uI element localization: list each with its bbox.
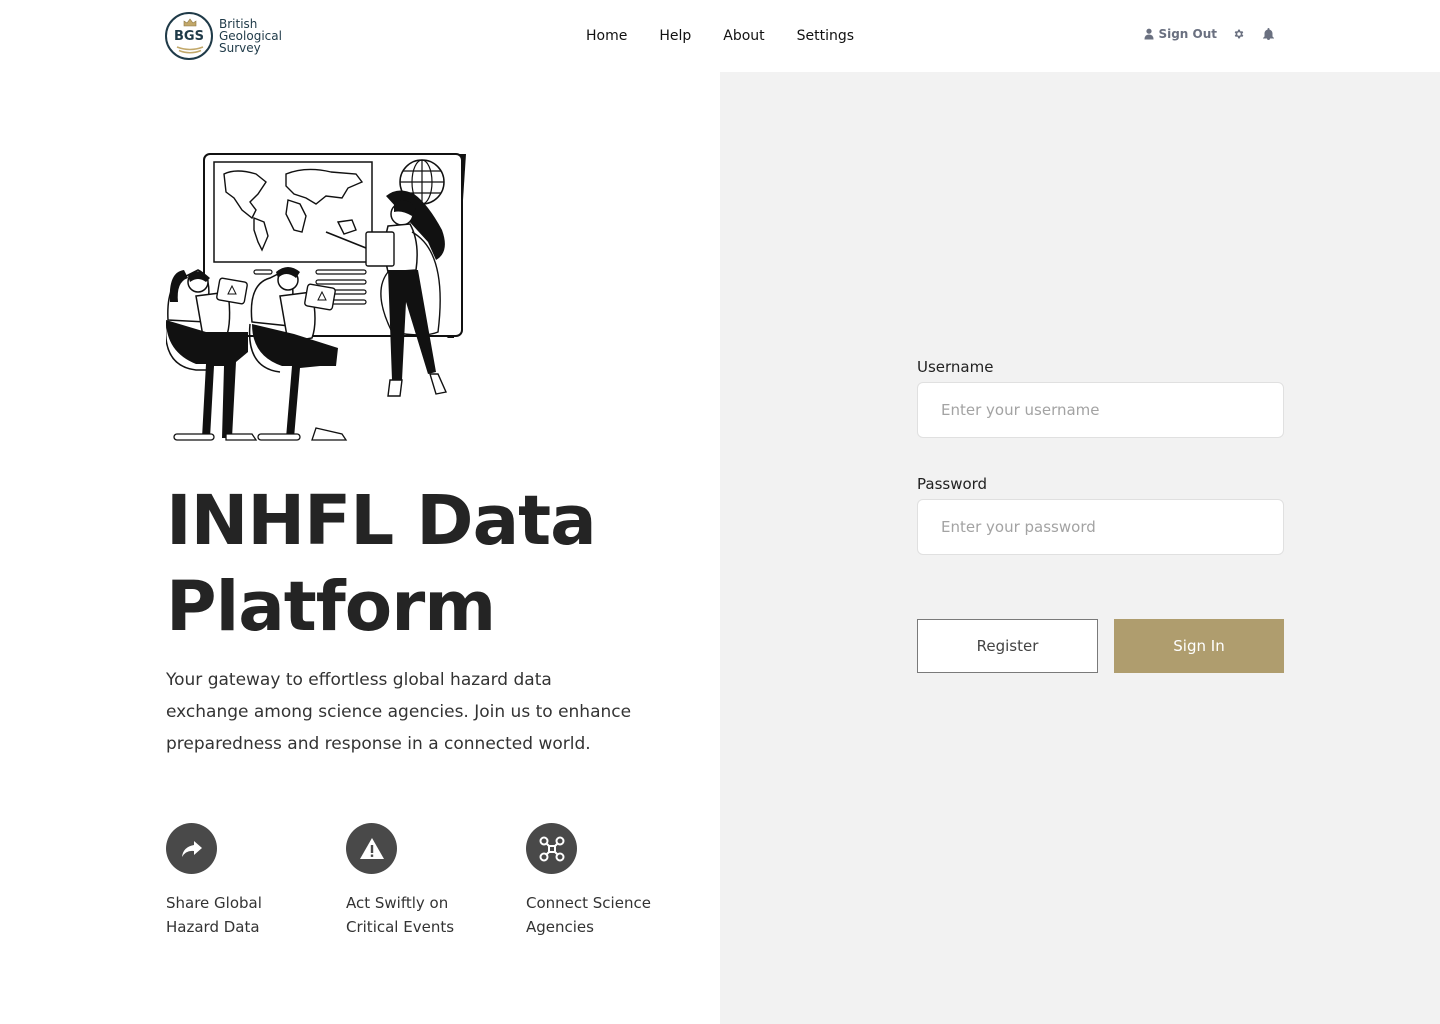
user-icon	[1144, 28, 1154, 40]
feature-label-line: Agencies	[526, 918, 594, 936]
page-title-line1: INHFL Data	[166, 481, 597, 561]
field-spacer	[917, 438, 1284, 473]
nav-help[interactable]: Help	[659, 26, 691, 46]
feature-share: Share Global Hazard Data	[166, 823, 326, 939]
logo-word: Survey	[219, 41, 261, 55]
wave-lines-icon	[176, 46, 204, 54]
password-label: Password	[917, 475, 988, 493]
bgs-logo-mark: BGS	[165, 12, 213, 60]
feature-list: Share Global Hazard Data Act Swiftly on …	[166, 823, 686, 953]
logo-abbr: BGS	[174, 29, 204, 44]
username-input[interactable]	[917, 382, 1284, 438]
feature-label-line: Act Swiftly on	[346, 894, 449, 912]
share-arrow-icon	[166, 823, 217, 874]
sign-out-button[interactable]: Sign Out	[1144, 27, 1217, 41]
team-presentation-illustration	[166, 153, 466, 441]
page-subtitle: Your gateway to effortless global hazard…	[166, 670, 632, 754]
feature-act: Act Swiftly on Critical Events	[346, 823, 506, 939]
feature-label-line: Critical Events	[346, 918, 455, 936]
feature-label: Act Swiftly on Critical Events	[346, 891, 496, 939]
feature-label-line: Hazard Data	[166, 918, 260, 936]
nav-about[interactable]: About	[723, 26, 764, 46]
nav-settings[interactable]: Settings	[797, 26, 854, 46]
network-nodes-icon	[526, 823, 577, 874]
username-label: Username	[917, 358, 994, 376]
feature-connect: Connect Science Agencies	[526, 823, 686, 939]
crown-icon	[183, 18, 197, 27]
gear-icon	[1234, 29, 1244, 39]
main-nav: Home Help About Settings	[586, 26, 854, 46]
page-title: INHFL Data Platform	[166, 478, 706, 650]
sign-in-button[interactable]: Sign In	[1114, 619, 1284, 673]
logo-wordmark: British Geological Survey	[219, 18, 282, 54]
settings-button[interactable]	[1233, 28, 1245, 40]
notifications-button[interactable]	[1263, 28, 1274, 40]
password-input[interactable]	[917, 499, 1284, 555]
warning-triangle-icon	[346, 823, 397, 874]
feature-label-line: Connect Science	[526, 894, 651, 912]
sign-out-label: Sign Out	[1158, 27, 1217, 41]
page-title-line2: Platform	[166, 567, 496, 647]
login-panel: Username Password Register Sign In	[720, 72, 1440, 1024]
hero-panel: INHFL Data Platform Your gateway to effo…	[0, 72, 720, 1024]
nav-home[interactable]: Home	[586, 26, 627, 46]
feature-label-line: Share Global	[166, 894, 262, 912]
bgs-logo[interactable]: BGS British Geological Survey	[165, 12, 282, 60]
login-form: Username Password Register Sign In	[917, 356, 1284, 673]
feature-label: Connect Science Agencies	[526, 891, 676, 939]
bell-icon	[1263, 28, 1274, 40]
top-header: BGS British Geological Survey Home Help …	[0, 0, 1440, 72]
feature-label: Share Global Hazard Data	[166, 891, 316, 939]
register-button[interactable]: Register	[917, 619, 1098, 673]
form-actions: Register Sign In	[917, 619, 1284, 673]
user-tools: Sign Out	[1144, 27, 1274, 41]
